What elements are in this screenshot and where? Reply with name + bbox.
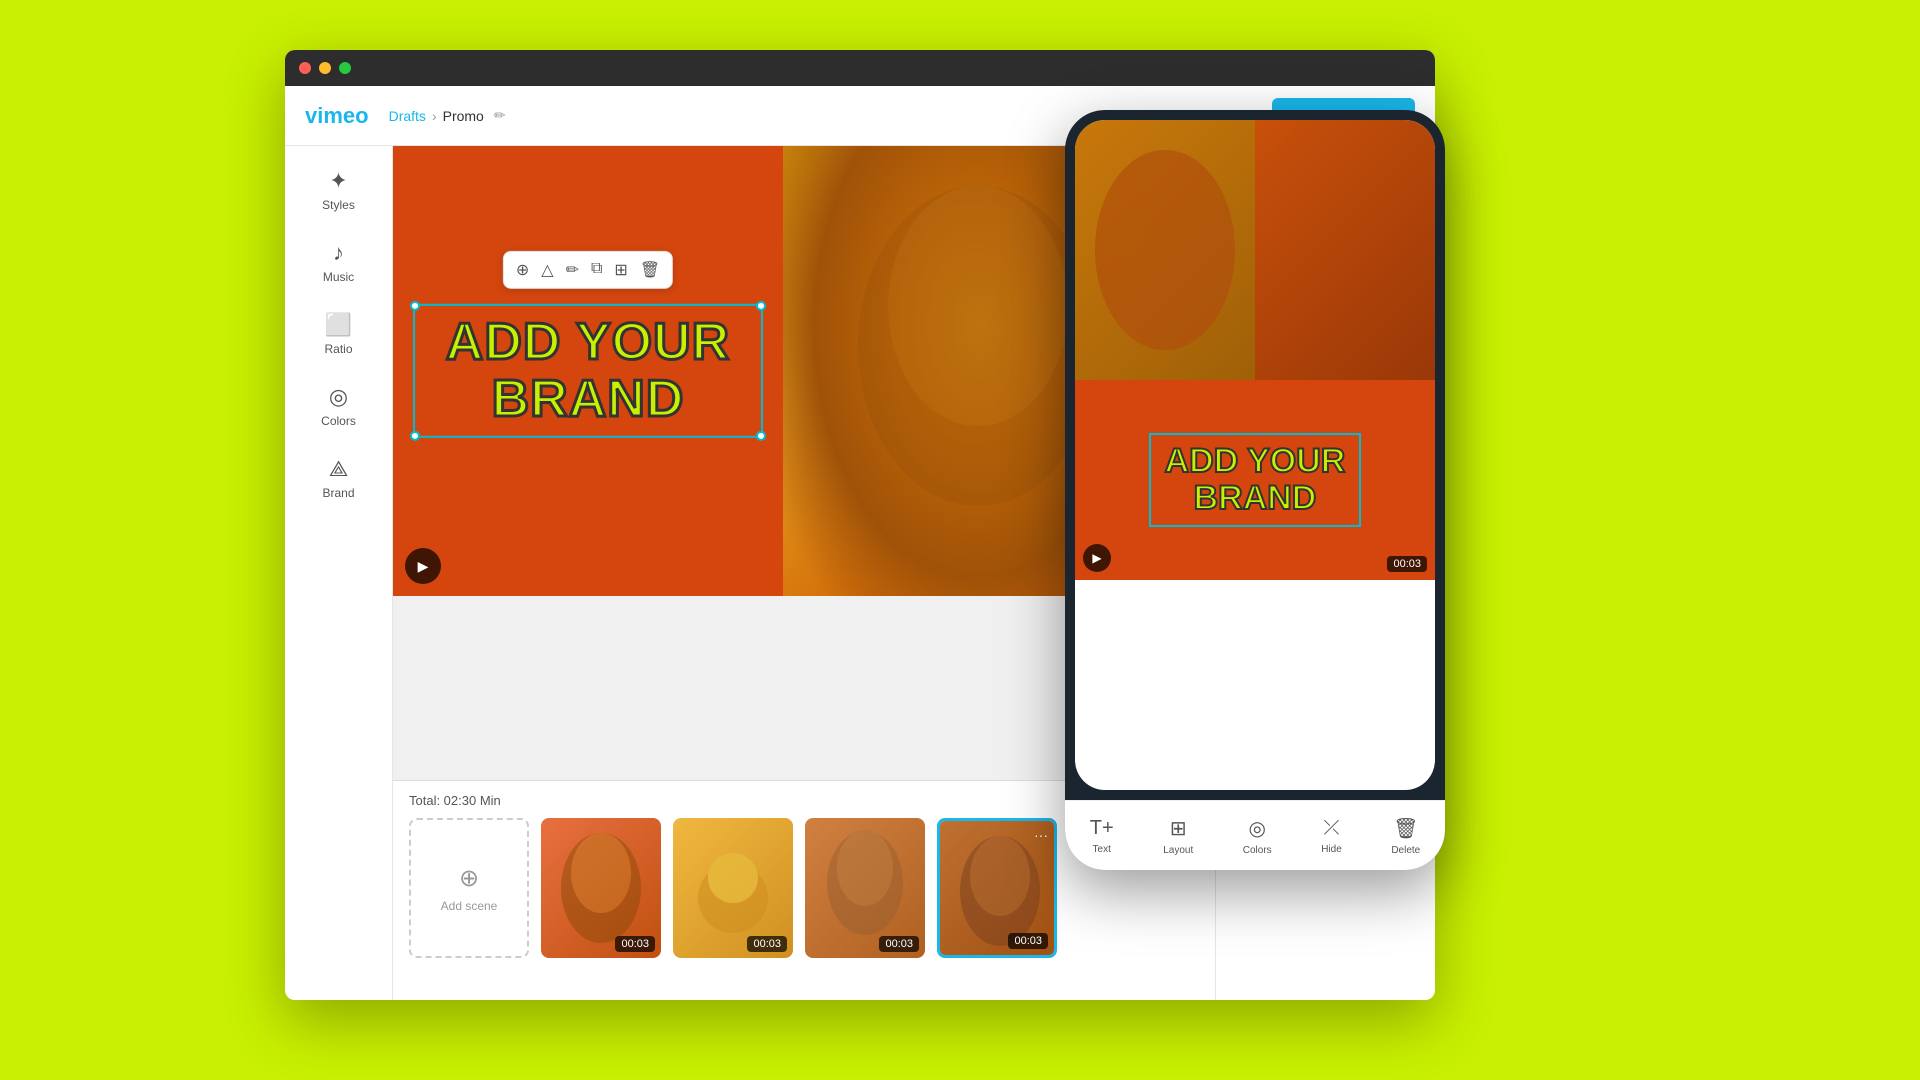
brand-icon: ⟁: [329, 456, 349, 482]
handle-bottom-right[interactable]: [756, 431, 766, 441]
canvas-left: ⊕ △ ✏ ⧉ ⊞ 🗑 ADD YOUR BRAND: [393, 146, 783, 596]
play-button[interactable]: ▶: [405, 548, 441, 584]
scene-duration-2: 00:03: [747, 936, 787, 952]
sidebar-item-colors[interactable]: ◎ Colors: [294, 372, 384, 440]
phone-play-button[interactable]: ▶: [1083, 544, 1111, 572]
phone-video-preview: ADD YOUR BRAND ▶ 00:03: [1075, 120, 1435, 790]
sidebar-item-styles[interactable]: ✦ Styles: [294, 156, 384, 224]
edit-title-icon[interactable]: ✏: [494, 107, 506, 124]
traffic-light-green[interactable]: [339, 62, 351, 74]
duplicate-icon[interactable]: ⧉: [591, 260, 602, 280]
phone-text-content: ADD YOUR BRAND: [1165, 443, 1346, 518]
phone-overlay: Done: [1065, 110, 1445, 870]
left-sidebar: ✦ Styles ♪ Music ⬜ Ratio ◎ Colors ⟁ Br: [285, 146, 393, 1000]
phone-screen: Done: [1075, 120, 1435, 790]
phone-nav-layout[interactable]: ⊞ Layout: [1163, 816, 1193, 856]
sidebar-item-music[interactable]: ♪ Music: [294, 228, 384, 296]
phone-nav-hide[interactable]: ⤫ Hide: [1321, 817, 1342, 855]
phone-colors-icon: ◎: [1248, 816, 1265, 841]
ratio-label: Ratio: [324, 342, 352, 356]
phone-delete-label: Delete: [1391, 845, 1420, 856]
canvas-text-content: ADD YOUR BRAND: [431, 314, 745, 428]
handle-bottom-left[interactable]: [410, 431, 420, 441]
music-icon: ♪: [333, 240, 344, 266]
vimeo-logo: vimeo: [305, 103, 369, 129]
music-label: Music: [323, 270, 354, 284]
video-canvas: ⊕ △ ✏ ⧉ ⊞ 🗑 ADD YOUR BRAND: [393, 146, 1173, 596]
sidebar-item-brand[interactable]: ⟁ Brand: [294, 444, 384, 512]
add-scene-icon: ⊕: [459, 864, 479, 893]
ratio-icon: ⬜: [325, 312, 352, 338]
phone-video-bottom: ADD YOUR BRAND ▶ 00:03: [1075, 380, 1435, 580]
scene-duration-4: 00:03: [1008, 933, 1048, 949]
element-toolbar: ⊕ △ ✏ ⧉ ⊞ 🗑: [503, 251, 673, 289]
scene-duration-3: 00:03: [879, 936, 919, 952]
phone-hide-label: Hide: [1321, 844, 1342, 855]
colors-icon: ◎: [329, 384, 348, 410]
phone-nav-colors[interactable]: ◎ Colors: [1243, 816, 1272, 856]
phone-duration: 00:03: [1387, 556, 1427, 572]
phone-video-right: [1255, 120, 1435, 380]
traffic-light-yellow[interactable]: [319, 62, 331, 74]
phone-text-icon: T+: [1090, 817, 1114, 840]
phone-colors-label: Colors: [1243, 845, 1272, 856]
phone-hide-icon: ⤫: [1323, 817, 1339, 840]
phone-layout-icon: ⊞: [1170, 816, 1187, 841]
phone-delete-icon: 🗑: [1393, 816, 1418, 841]
add-scene-button[interactable]: ⊕ Add scene: [409, 818, 529, 958]
traffic-light-red[interactable]: [299, 62, 311, 74]
scene-thumb-4[interactable]: ··· 00:03: [937, 818, 1057, 958]
edit-icon[interactable]: ✏: [566, 260, 579, 280]
handle-top-left[interactable]: [410, 301, 420, 311]
phone-bottom-nav: T+ Text ⊞ Layout ◎ Colors ⤫ Hide 🗑 Delet…: [1065, 800, 1445, 870]
breadcrumb: Drafts › Promo ✏: [389, 107, 506, 124]
handle-top-right[interactable]: [756, 301, 766, 311]
scene-duration-1: 00:03: [615, 936, 655, 952]
phone-nav-text[interactable]: T+ Text: [1090, 817, 1114, 855]
phone-face-svg-right: [1075, 120, 1255, 380]
phone-text-label: Text: [1093, 844, 1111, 855]
scene-thumb-1[interactable]: 00:03: [541, 818, 661, 958]
breadcrumb-drafts[interactable]: Drafts: [389, 108, 426, 124]
colors-label: Colors: [321, 414, 356, 428]
breadcrumb-separator: ›: [432, 108, 437, 124]
text-element[interactable]: ⊕ △ ✏ ⧉ ⊞ 🗑 ADD YOUR BRAND: [413, 304, 763, 438]
scene-more-icon[interactable]: ···: [1034, 827, 1048, 843]
brand-label: Brand: [322, 486, 354, 500]
scene-thumb-3[interactable]: 00:03: [805, 818, 925, 958]
move-icon[interactable]: ⊕: [516, 260, 529, 280]
breadcrumb-current: Promo: [443, 108, 484, 124]
browser-titlebar: [285, 50, 1435, 86]
styles-label: Styles: [322, 198, 355, 212]
styles-icon: ✦: [329, 168, 347, 194]
add-icon[interactable]: ⊞: [614, 260, 627, 280]
layer-up-icon[interactable]: △: [541, 260, 553, 280]
phone-text-element: ADD YOUR BRAND: [1149, 433, 1362, 528]
delete-icon[interactable]: 🗑: [640, 260, 660, 280]
phone-layout-label: Layout: [1163, 845, 1193, 856]
phone-nav-delete[interactable]: 🗑 Delete: [1391, 816, 1420, 856]
phone-video-top: [1075, 120, 1435, 380]
sidebar-item-ratio[interactable]: ⬜ Ratio: [294, 300, 384, 368]
add-scene-label: Add scene: [441, 899, 498, 913]
scene-thumb-2[interactable]: 00:03: [673, 818, 793, 958]
